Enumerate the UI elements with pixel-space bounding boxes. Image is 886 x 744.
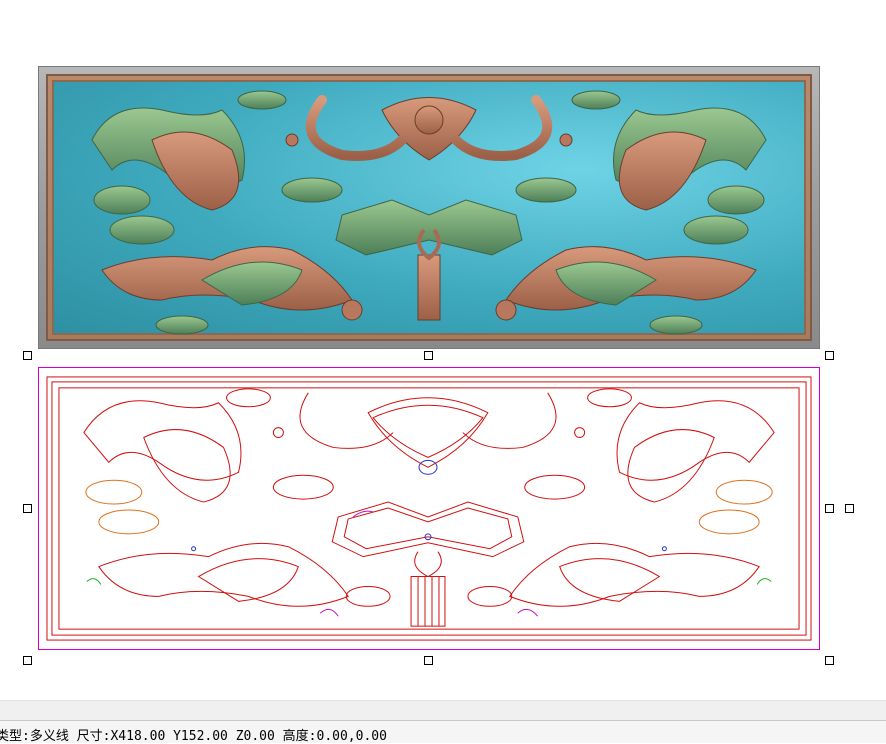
selection-handle-middle-right[interactable] <box>825 504 834 513</box>
relief-carving-field <box>52 80 806 335</box>
relief-preview-panel[interactable] <box>38 66 820 349</box>
drawing-canvas[interactable] <box>0 0 886 700</box>
relief-motif-graphic <box>91 90 767 335</box>
selection-handle-bottom-right[interactable] <box>825 656 834 665</box>
status-text: 类型:多义线 尺寸:X418.00 Y152.00 Z0.00 高度:0.00,… <box>0 729 387 744</box>
selection-handle-top-right[interactable] <box>825 351 834 360</box>
selection-handle-middle-left[interactable] <box>23 504 32 513</box>
vector-drawing-panel[interactable] <box>38 367 820 650</box>
polyline-drawing-graphic <box>46 376 812 641</box>
selection-handle-rotate[interactable] <box>845 504 854 513</box>
selection-handle-bottom-center[interactable] <box>424 656 433 665</box>
relief-border-frame <box>46 74 812 341</box>
status-separator <box>0 700 886 721</box>
selection-handle-top-left[interactable] <box>23 351 32 360</box>
selection-handle-top-center[interactable] <box>424 351 433 360</box>
status-bar: 类型:多义线 尺寸:X418.00 Y152.00 Z0.00 高度:0.00,… <box>0 720 886 744</box>
selection-handle-bottom-left[interactable] <box>23 656 32 665</box>
